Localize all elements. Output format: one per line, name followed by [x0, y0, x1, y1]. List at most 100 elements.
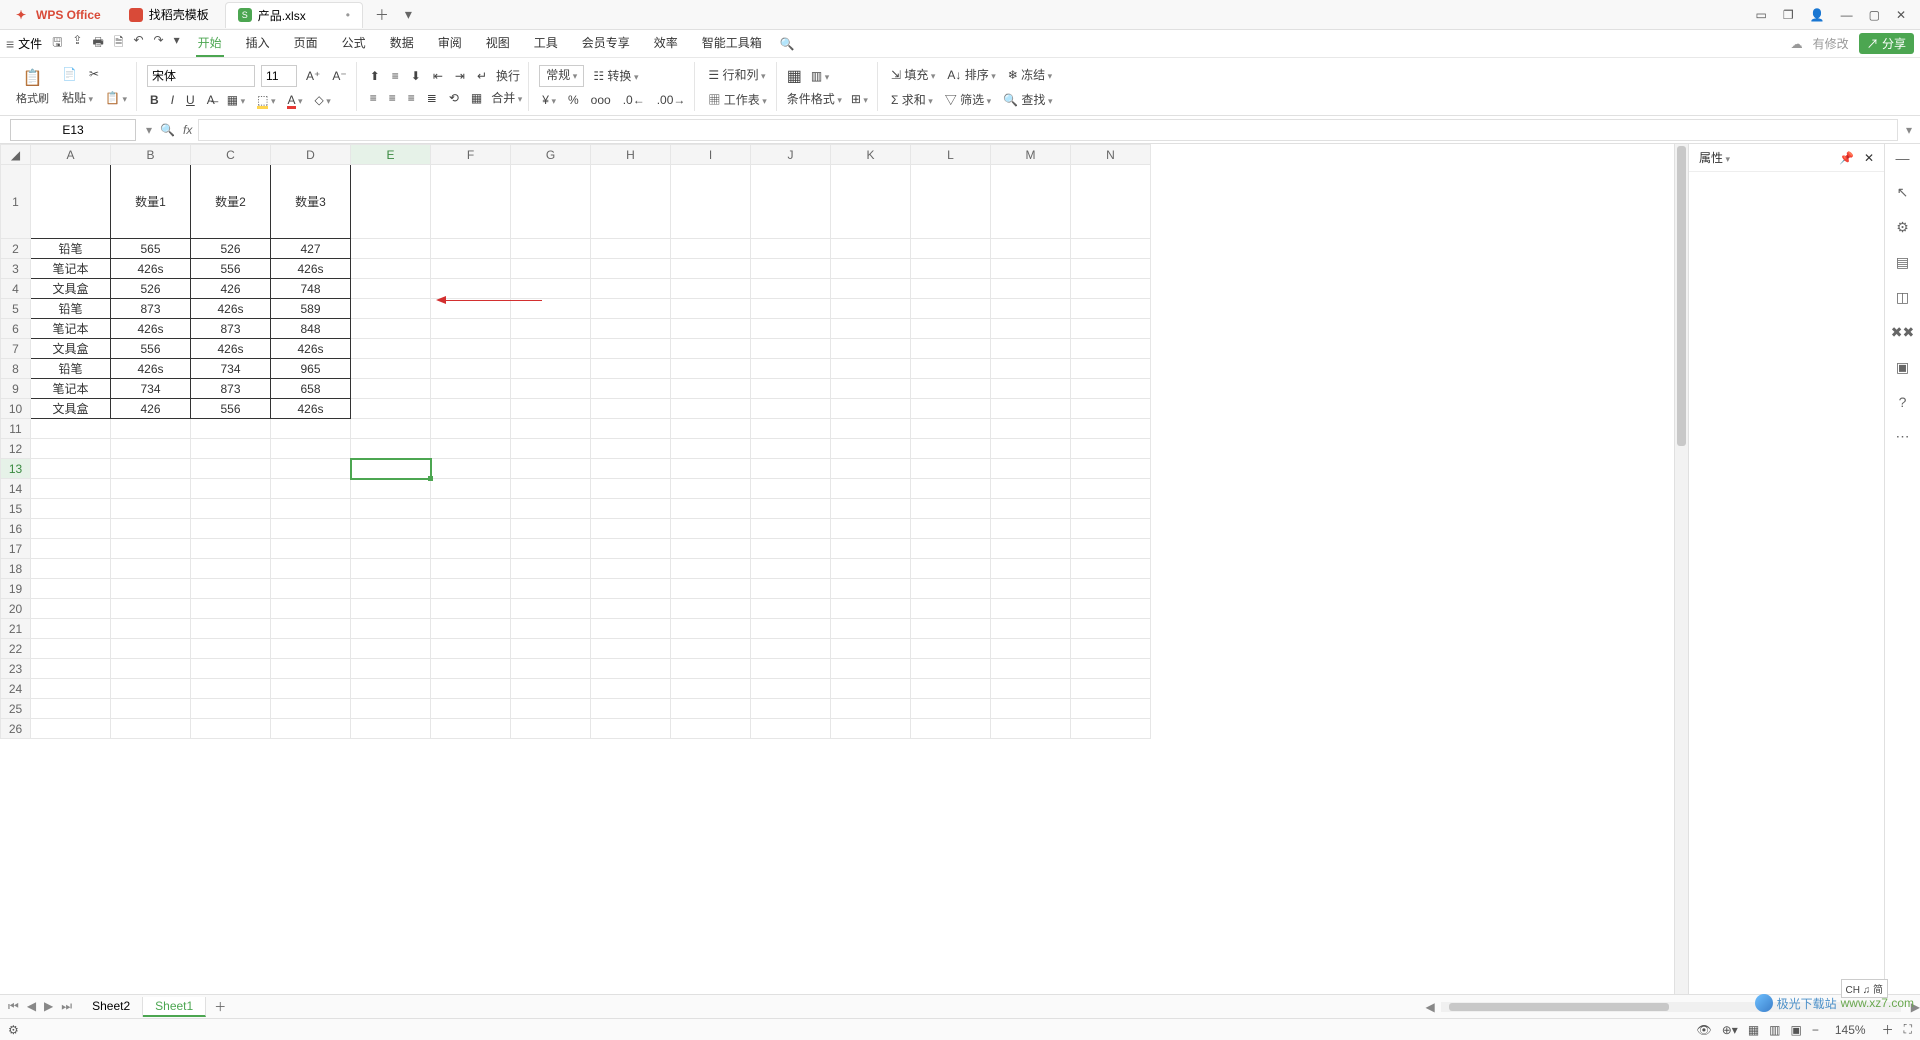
zoom-level[interactable]: 145%: [1835, 1023, 1866, 1037]
cell-K5[interactable]: [831, 299, 911, 319]
cell-M23[interactable]: [991, 659, 1071, 679]
cell-N22[interactable]: [1071, 639, 1151, 659]
cell-D9[interactable]: 658: [271, 379, 351, 399]
freeze-button[interactable]: ❄ 冻结: [1005, 64, 1055, 85]
row-header-21[interactable]: 21: [1, 619, 31, 639]
cell-D25[interactable]: [271, 699, 351, 719]
cell-N11[interactable]: [1071, 419, 1151, 439]
select-tool-icon[interactable]: ↖: [1897, 184, 1909, 201]
cell-A13[interactable]: [31, 459, 111, 479]
cell-D11[interactable]: [271, 419, 351, 439]
cell-A21[interactable]: [31, 619, 111, 639]
cell-M9[interactable]: [991, 379, 1071, 399]
menu-tab-1[interactable]: 插入: [244, 30, 272, 57]
cell-A8[interactable]: 铅笔: [31, 359, 111, 379]
cell-B22[interactable]: [111, 639, 191, 659]
cell-A26[interactable]: [31, 719, 111, 739]
cell-F13[interactable]: [431, 459, 511, 479]
clipboard-dropdown[interactable]: 📋: [102, 89, 130, 107]
cell-A10[interactable]: 文具盒: [31, 399, 111, 419]
cell-F16[interactable]: [431, 519, 511, 539]
dec-decimal-button[interactable]: .00→: [654, 91, 689, 109]
cell-M24[interactable]: [991, 679, 1071, 699]
spreadsheet-area[interactable]: ◢ABCDEFGHIJKLMN1数量1数量2数量32铅笔5655264273笔记…: [0, 144, 1674, 994]
cell-H8[interactable]: [591, 359, 671, 379]
cell-B16[interactable]: [111, 519, 191, 539]
cell-J3[interactable]: [751, 259, 831, 279]
cell-E8[interactable]: [351, 359, 431, 379]
reader-mode-icon[interactable]: ▭: [1756, 8, 1767, 22]
cell-N1[interactable]: [1071, 165, 1151, 239]
row-header-9[interactable]: 9: [1, 379, 31, 399]
row-header-23[interactable]: 23: [1, 659, 31, 679]
cell-L19[interactable]: [911, 579, 991, 599]
row-header-20[interactable]: 20: [1, 599, 31, 619]
cell-L1[interactable]: [911, 165, 991, 239]
cell-I16[interactable]: [671, 519, 751, 539]
cloud-sync-icon[interactable]: ☁: [1791, 37, 1803, 51]
cell-M5[interactable]: [991, 299, 1071, 319]
row-header-24[interactable]: 24: [1, 679, 31, 699]
cell-J17[interactable]: [751, 539, 831, 559]
zoom-out-button[interactable]: −: [1812, 1023, 1819, 1037]
cell-N16[interactable]: [1071, 519, 1151, 539]
cell-I23[interactable]: [671, 659, 751, 679]
cell-L14[interactable]: [911, 479, 991, 499]
cell-D12[interactable]: [271, 439, 351, 459]
row-header-25[interactable]: 25: [1, 699, 31, 719]
cell-F7[interactable]: [431, 339, 511, 359]
cell-H3[interactable]: [591, 259, 671, 279]
menu-tab-0[interactable]: 开始: [196, 30, 224, 57]
cell-C15[interactable]: [191, 499, 271, 519]
cell-D24[interactable]: [271, 679, 351, 699]
cell-H15[interactable]: [591, 499, 671, 519]
zoom-in-button[interactable]: ＋: [1882, 1021, 1894, 1038]
select-all-cell[interactable]: ◢: [1, 145, 31, 165]
cell-C2[interactable]: 526: [191, 239, 271, 259]
cell-K10[interactable]: [831, 399, 911, 419]
cell-L10[interactable]: [911, 399, 991, 419]
cell-J4[interactable]: [751, 279, 831, 299]
cell-N9[interactable]: [1071, 379, 1151, 399]
row-header-15[interactable]: 15: [1, 499, 31, 519]
row-header-11[interactable]: 11: [1, 419, 31, 439]
row-header-4[interactable]: 4: [1, 279, 31, 299]
cell-D23[interactable]: [271, 659, 351, 679]
cell-A25[interactable]: [31, 699, 111, 719]
cell-F17[interactable]: [431, 539, 511, 559]
row-header-1[interactable]: 1: [1, 165, 31, 239]
cell-B17[interactable]: [111, 539, 191, 559]
close-button[interactable]: ✕: [1896, 8, 1906, 22]
cell-C17[interactable]: [191, 539, 271, 559]
cell-H2[interactable]: [591, 239, 671, 259]
cell-M1[interactable]: [991, 165, 1071, 239]
cell-B14[interactable]: [111, 479, 191, 499]
menu-tab-4[interactable]: 数据: [388, 30, 416, 57]
cell-I26[interactable]: [671, 719, 751, 739]
cell-E19[interactable]: [351, 579, 431, 599]
border-button[interactable]: ▦: [224, 91, 248, 109]
cell-G23[interactable]: [511, 659, 591, 679]
cell-K26[interactable]: [831, 719, 911, 739]
cell-I21[interactable]: [671, 619, 751, 639]
cell-B2[interactable]: 565: [111, 239, 191, 259]
name-box[interactable]: E13: [10, 119, 136, 141]
fill-button[interactable]: ⇲ 填充: [888, 64, 938, 85]
cell-D3[interactable]: 426s: [271, 259, 351, 279]
number-format-select[interactable]: 常规: [539, 65, 584, 87]
row-header-26[interactable]: 26: [1, 719, 31, 739]
cell-C13[interactable]: [191, 459, 271, 479]
undo-button[interactable]: ↶: [133, 33, 143, 54]
cell-K19[interactable]: [831, 579, 911, 599]
cell-K2[interactable]: [831, 239, 911, 259]
cell-M15[interactable]: [991, 499, 1071, 519]
cell-N23[interactable]: [1071, 659, 1151, 679]
cell-D22[interactable]: [271, 639, 351, 659]
cell-K4[interactable]: [831, 279, 911, 299]
cell-G9[interactable]: [511, 379, 591, 399]
format-as-table-button[interactable]: ⊞: [848, 90, 871, 108]
cell-I18[interactable]: [671, 559, 751, 579]
cell-H10[interactable]: [591, 399, 671, 419]
first-sheet-icon[interactable]: ⏮: [8, 999, 19, 1014]
help-rail-icon[interactable]: ?: [1899, 394, 1907, 410]
